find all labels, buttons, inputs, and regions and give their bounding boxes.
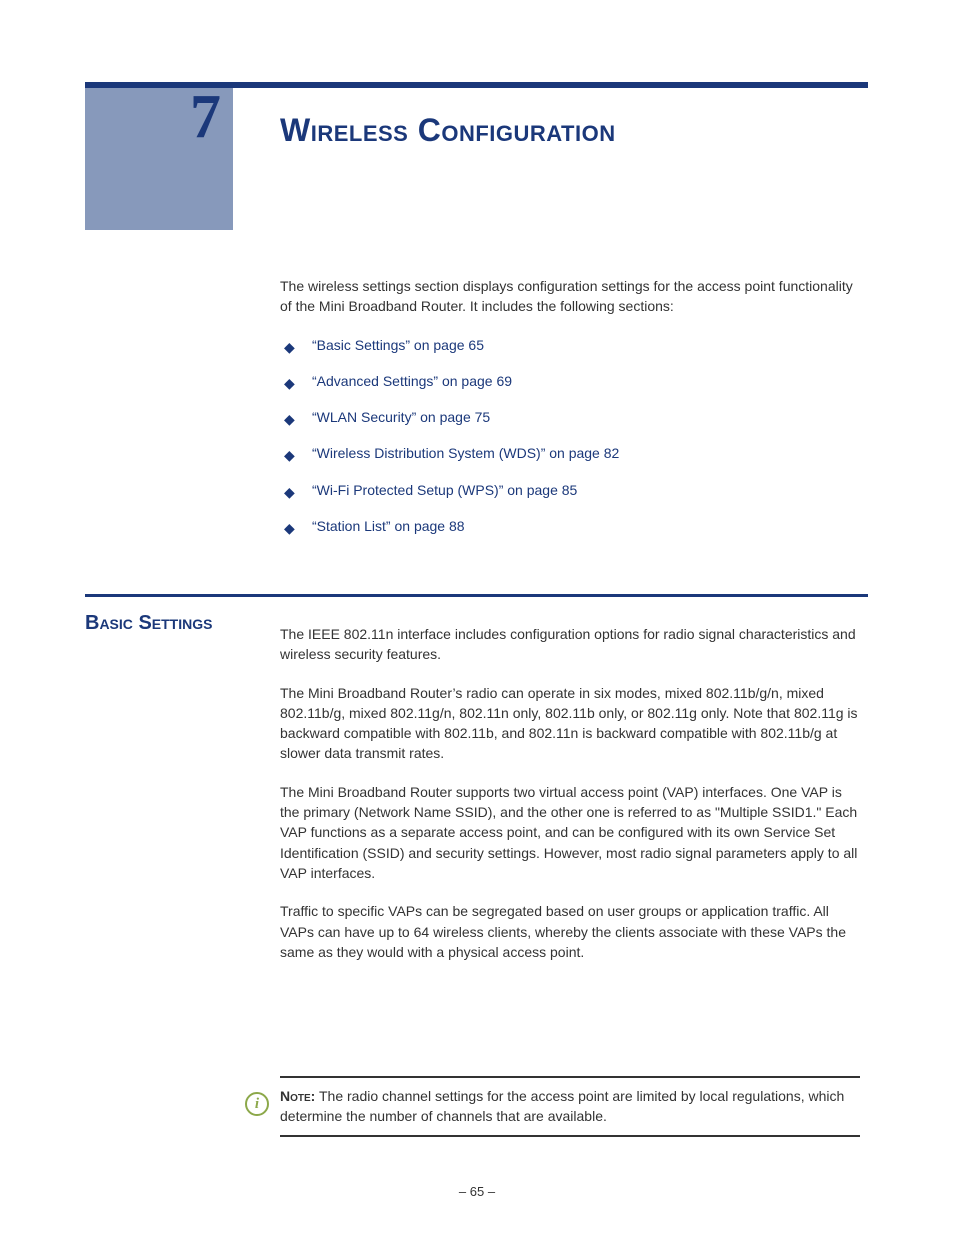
diamond-bullet-icon: ◆ [284, 518, 295, 538]
list-item: ◆ “WLAN Security” on page 75 [280, 407, 860, 427]
diamond-bullet-icon: ◆ [284, 373, 295, 393]
note-block: Note: The radio channel settings for the… [280, 1076, 860, 1137]
intro-paragraph: The wireless settings section displays c… [280, 276, 860, 317]
list-item: ◆ “Station List” on page 88 [280, 516, 860, 536]
chapter-number: 7 [190, 82, 221, 153]
list-item: ◆ “Basic Settings” on page 65 [280, 335, 860, 355]
chapter-number-block: 7 [85, 88, 233, 230]
diamond-bullet-icon: ◆ [284, 482, 295, 502]
page: 7 Wireless Configuration The wireless se… [0, 0, 954, 1235]
link-wps[interactable]: “Wi-Fi Protected Setup (WPS)” on page 85 [312, 482, 577, 498]
chapter-title: Wireless Configuration [280, 112, 616, 149]
note-text: Note: The radio channel settings for the… [280, 1086, 860, 1127]
section-body: The IEEE 802.11n interface includes conf… [280, 624, 860, 980]
body-paragraph: Traffic to specific VAPs can be segregat… [280, 901, 860, 962]
link-basic-settings[interactable]: “Basic Settings” on page 65 [312, 337, 484, 353]
link-station-list[interactable]: “Station List” on page 88 [312, 518, 465, 534]
info-icon: i [245, 1092, 269, 1116]
diamond-bullet-icon: ◆ [284, 337, 295, 357]
link-wds[interactable]: “Wireless Distribution System (WDS)” on … [312, 445, 619, 461]
diamond-bullet-icon: ◆ [284, 445, 295, 465]
note-rule [280, 1135, 860, 1137]
section-heading: Basic Settings [85, 612, 212, 635]
note-label: Note: [280, 1088, 315, 1104]
note-body: The radio channel settings for the acces… [280, 1088, 844, 1124]
page-number: – 65 – [0, 1184, 954, 1199]
section-divider [85, 594, 868, 597]
link-advanced-settings[interactable]: “Advanced Settings” on page 69 [312, 373, 512, 389]
body-paragraph: The Mini Broadband Router’s radio can op… [280, 683, 860, 764]
section-links: ◆ “Basic Settings” on page 65 ◆ “Advanced … [280, 335, 860, 537]
list-item: ◆ “Advanced Settings” on page 69 [280, 371, 860, 391]
body-paragraph: The Mini Broadband Router supports two v… [280, 782, 860, 883]
link-wlan-security[interactable]: “WLAN Security” on page 75 [312, 409, 490, 425]
diamond-bullet-icon: ◆ [284, 409, 295, 429]
list-item: ◆ “Wi-Fi Protected Setup (WPS)” on page 8… [280, 480, 860, 500]
intro-content: The wireless settings section displays c… [280, 276, 860, 560]
note-rule [280, 1076, 860, 1078]
list-item: ◆ “Wireless Distribution System (WDS)” on… [280, 443, 860, 463]
body-paragraph: The IEEE 802.11n interface includes conf… [280, 624, 860, 665]
